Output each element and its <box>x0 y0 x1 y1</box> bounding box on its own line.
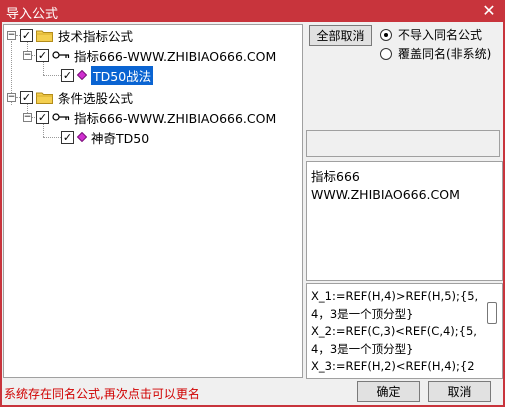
cancel-button[interactable]: 取消 <box>428 381 491 402</box>
group-checkbox[interactable]: ✓ <box>20 28 33 42</box>
key-icon <box>52 113 70 121</box>
option-skip-same-name[interactable]: 不导入同名公式 <box>380 26 482 43</box>
collapse-toggle[interactable]: − <box>23 112 32 122</box>
code-line: X_1:=REF(H,4)>REF(H,5);{5, <box>311 289 479 303</box>
tree-node-label: 神奇TD50 <box>91 130 150 146</box>
tree-node-source[interactable]: − ✓ 指标666-WWW.ZHIBIAO666.COM <box>23 46 276 64</box>
tree-node-formula[interactable]: ✓ TD50战法 <box>61 65 154 85</box>
empty-field-panel <box>306 130 500 157</box>
option-label: 不导入同名公式 <box>398 28 483 42</box>
group-checkbox[interactable]: ✓ <box>20 90 33 104</box>
tree-node-label: 技术指标公式 <box>58 28 134 44</box>
radio-skip-same-name[interactable] <box>380 28 392 41</box>
code-line: X_2:=REF(C,3)<REF(C,4);{5, <box>311 324 477 338</box>
source-checkbox[interactable]: ✓ <box>36 48 49 62</box>
tree-node-group[interactable]: − ✓ 条件选股公式 <box>7 88 133 106</box>
title-bar: 导入公式 ✕ <box>0 0 505 22</box>
window-title: 导入公式 <box>6 7 59 22</box>
formula-gem-icon <box>77 70 87 80</box>
tree-node-label: 指标666-WWW.ZHIBIAO666.COM <box>74 48 277 64</box>
formula-description-panel: 指标666 WWW.ZHIBIAO666.COM <box>306 161 503 281</box>
tree-node-label: 条件选股公式 <box>58 90 134 106</box>
description-line: 指标666 <box>311 169 360 184</box>
code-text: X_1:=REF(H,4)>REF(H,5);{5, 4，3是一个顶分型} X_… <box>311 288 483 378</box>
formula-checkbox[interactable]: ✓ <box>61 130 74 144</box>
option-label: 覆盖同名(非系统) <box>398 47 492 61</box>
collapse-toggle[interactable]: − <box>7 92 16 102</box>
code-scrollbar-thumb[interactable] <box>487 302 497 324</box>
tree-node-source[interactable]: − ✓ 指标666-WWW.ZHIBIAO666.COM <box>23 108 276 126</box>
formula-tree[interactable]: − ✓ 技术指标公式 − ✓ 指标666-WWW.ZHIBIAO666.COM … <box>3 24 303 378</box>
close-button[interactable]: ✕ <box>479 1 499 21</box>
formula-gem-icon <box>77 132 87 142</box>
window-frame-left <box>0 22 2 407</box>
code-line: 4，3是一个顶分型} <box>311 306 414 321</box>
code-line: X_3:=REF(H,2)<REF(H,4);{2高 <box>311 359 475 378</box>
collapse-toggle[interactable]: − <box>23 50 32 60</box>
key-icon <box>52 51 70 59</box>
collapse-toggle[interactable]: − <box>7 30 16 40</box>
code-line: 4，3是一个顶分型} <box>311 341 414 356</box>
tree-connector <box>43 137 61 138</box>
description-line: WWW.ZHIBIAO666.COM <box>311 187 460 202</box>
source-checkbox[interactable]: ✓ <box>36 110 49 124</box>
option-overwrite-same-name[interactable]: 覆盖同名(非系统) <box>380 45 491 62</box>
formula-code-panel[interactable]: X_1:=REF(H,4)>REF(H,5);{5, 4，3是一个顶分型} X_… <box>306 283 503 379</box>
tree-node-label: TD50战法 <box>91 65 154 85</box>
ok-button[interactable]: 确定 <box>357 381 420 402</box>
tree-node-label: 指标666-WWW.ZHIBIAO666.COM <box>74 110 277 126</box>
tree-connector <box>43 75 61 76</box>
formula-checkbox[interactable]: ✓ <box>61 68 74 82</box>
folder-icon <box>36 30 53 42</box>
tree-node-group[interactable]: − ✓ 技术指标公式 <box>7 26 133 44</box>
radio-overwrite-same-name[interactable] <box>380 47 392 60</box>
status-message: 系统存在同名公式,再次点击可以更名 <box>4 387 200 401</box>
folder-icon <box>36 92 53 104</box>
deselect-all-button[interactable]: 全部取消 <box>309 25 372 46</box>
description-text: 指标666 WWW.ZHIBIAO666.COM <box>311 168 460 204</box>
tree-node-formula[interactable]: ✓ 神奇TD50 <box>61 128 149 146</box>
